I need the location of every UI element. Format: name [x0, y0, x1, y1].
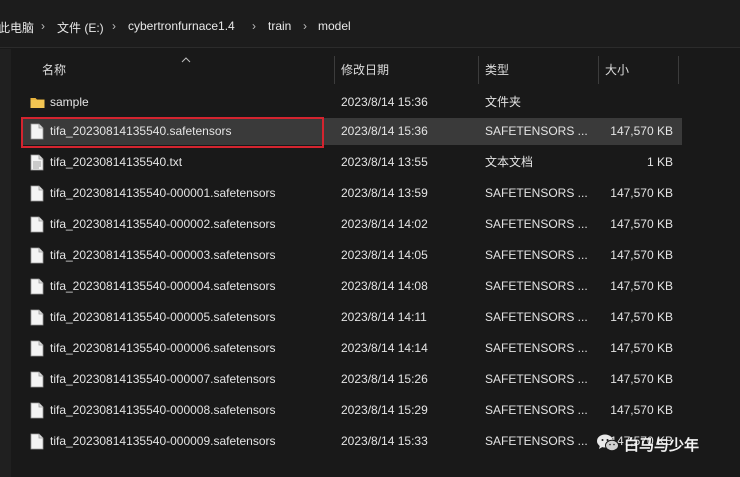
file-name: tifa_20230814135540-000006.safetensors	[50, 341, 276, 355]
file-icon	[30, 247, 44, 264]
file-icon	[30, 278, 44, 295]
file-row[interactable]: sample 2023/8/14 15:36 文件夹	[22, 89, 682, 116]
file-type: SAFETENSORS ...	[485, 124, 588, 138]
column-divider[interactable]	[478, 56, 479, 84]
file-date: 2023/8/14 15:26	[341, 372, 428, 386]
watermark: 白马与少年	[596, 430, 736, 458]
file-date: 2023/8/14 14:14	[341, 341, 428, 355]
file-row[interactable]: tifa_20230814135540-000004.safetensors 20…	[22, 273, 682, 300]
file-row[interactable]: tifa_20230814135540-000003.safetensors 20…	[22, 242, 682, 269]
file-row[interactable]: tifa_20230814135540-000006.safetensors 20…	[22, 335, 682, 362]
file-type: SAFETENSORS ...	[485, 372, 588, 386]
file-type: SAFETENSORS ...	[485, 403, 588, 417]
file-name: tifa_20230814135540-000007.safetensors	[50, 372, 276, 386]
breadcrumb-this-pc[interactable]: 此电脑	[0, 19, 34, 36]
column-header-size[interactable]: 大小	[605, 56, 629, 84]
navigation-pane-edge	[0, 49, 11, 477]
chevron-right-icon[interactable]: ›	[252, 19, 256, 33]
column-divider[interactable]	[678, 56, 679, 84]
file-type: 文本文档	[485, 155, 534, 169]
file-name: tifa_20230814135540-000009.safetensors	[50, 434, 276, 448]
file-icon	[30, 185, 44, 202]
file-date: 2023/8/14 14:05	[341, 248, 428, 262]
file-row[interactable]: tifa_20230814135540.txt 2023/8/14 13:55 文本…	[22, 149, 682, 176]
chevron-right-icon[interactable]: ›	[112, 19, 116, 33]
file-date: 2023/8/14 15:36	[341, 124, 428, 138]
file-date: 2023/8/14 14:11	[341, 310, 427, 324]
watermark-text: 白马与少年	[624, 437, 700, 454]
breadcrumb-train[interactable]: train	[268, 19, 291, 33]
file-row[interactable]: tifa_20230814135540-000002.safetensors 20…	[22, 211, 682, 238]
file-size: 147,570 KB	[610, 341, 673, 355]
file-name: tifa_20230814135540-000003.safetensors	[50, 248, 276, 262]
file-size: 147,570 KB	[610, 310, 673, 324]
wechat-icon	[597, 434, 619, 452]
breadcrumb-drive-e[interactable]: 文件 (E:)	[57, 19, 104, 36]
file-size	[600, 89, 673, 116]
column-header-date[interactable]: 修改日期	[341, 56, 389, 84]
file-type: SAFETENSORS ...	[485, 310, 588, 324]
column-divider[interactable]	[598, 56, 599, 84]
file-icon	[30, 340, 44, 357]
file-date: 2023/8/14 15:29	[341, 403, 428, 417]
file-type: SAFETENSORS ...	[485, 248, 588, 262]
file-size: 147,570 KB	[610, 372, 673, 386]
file-name: tifa_20230814135540-000008.safetensors	[50, 403, 276, 417]
file-size: 147,570 KB	[610, 217, 673, 231]
chevron-right-icon[interactable]: ›	[41, 19, 45, 33]
highlight-annotation	[21, 117, 324, 148]
file-size: 147,570 KB	[610, 403, 673, 417]
column-header-type[interactable]: 类型	[485, 56, 509, 84]
address-bar: 此电脑 › 文件 (E:) › cybertronfurnace1.4 › tr…	[0, 0, 740, 48]
file-name: tifa_20230814135540-000001.safetensors	[50, 186, 276, 200]
breadcrumb-model[interactable]: model	[318, 19, 351, 33]
file-date: 2023/8/14 14:08	[341, 279, 428, 293]
file-row[interactable]: tifa_20230814135540-000008.safetensors 20…	[22, 397, 682, 424]
chevron-right-icon[interactable]: ›	[303, 19, 307, 33]
file-size: 1 KB	[646, 155, 673, 169]
file-size: 147,570 KB	[610, 124, 673, 138]
file-date: 2023/8/14 15:36	[341, 95, 428, 109]
file-date: 2023/8/14 13:55	[341, 155, 428, 169]
file-row[interactable]: tifa_20230814135540-000007.safetensors 20…	[22, 366, 682, 393]
folder-icon	[30, 98, 45, 108]
file-name: tifa_20230814135540-000005.safetensors	[50, 310, 276, 324]
file-type: SAFETENSORS ...	[485, 341, 588, 355]
file-icon	[30, 433, 44, 450]
file-icon	[30, 216, 44, 233]
file-row[interactable]: tifa_20230814135540-000009.safetensors 20…	[22, 428, 682, 455]
file-type: SAFETENSORS ...	[485, 217, 588, 231]
file-date: 2023/8/14 13:59	[341, 186, 428, 200]
file-icon	[30, 402, 44, 419]
file-name: tifa_20230814135540-000002.safetensors	[50, 217, 276, 231]
file-row[interactable]: tifa_20230814135540-000001.safetensors 20…	[22, 180, 682, 207]
file-size: 147,570 KB	[610, 279, 673, 293]
file-name: sample	[50, 95, 89, 109]
file-size: 147,570 KB	[610, 248, 673, 262]
file-icon	[30, 371, 44, 388]
file-type: SAFETENSORS ...	[485, 279, 588, 293]
column-divider[interactable]	[334, 56, 335, 84]
file-date: 2023/8/14 14:02	[341, 217, 428, 231]
file-size: 147,570 KB	[610, 186, 673, 200]
column-header-name[interactable]: 名称	[42, 56, 66, 84]
file-name: tifa_20230814135540-000004.safetensors	[50, 279, 276, 293]
file-name: tifa_20230814135540.txt	[50, 155, 183, 169]
file-type: SAFETENSORS ...	[485, 434, 588, 448]
file-icon	[30, 309, 44, 326]
file-date: 2023/8/14 15:33	[341, 434, 428, 448]
file-type: SAFETENSORS ...	[485, 186, 588, 200]
column-header-row: 名称 修改日期 类型 大小	[22, 56, 682, 84]
file-type: 文件夹	[485, 95, 522, 109]
text-file-icon	[30, 154, 44, 171]
breadcrumb-cybertronfurnace[interactable]: cybertronfurnace1.4	[128, 19, 235, 33]
file-row[interactable]: tifa_20230814135540-000005.safetensors 20…	[22, 304, 682, 331]
